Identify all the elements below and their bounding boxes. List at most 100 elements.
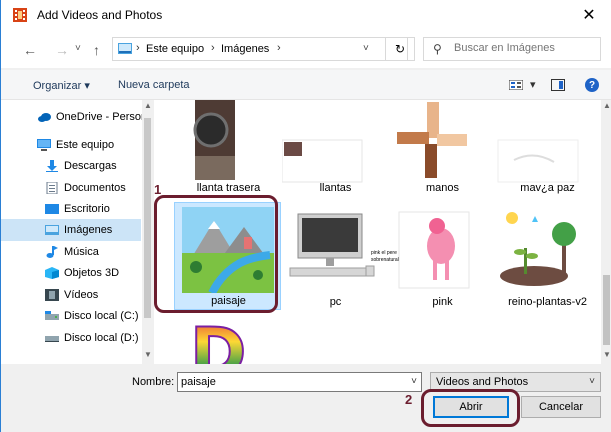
drive-icon bbox=[45, 336, 59, 342]
file-name: pc bbox=[329, 296, 342, 308]
document-icon bbox=[46, 182, 58, 194]
forward-arrow-icon[interactable]: → bbox=[55, 42, 69, 58]
search-input[interactable] bbox=[454, 42, 598, 54]
refresh-icon: ↻ bbox=[394, 42, 406, 56]
address-bar[interactable]: › Este equipo › Imágenes › ˅ bbox=[112, 37, 408, 61]
title-bar: Add Videos and Photos ✕ bbox=[1, 0, 611, 30]
organize-menu[interactable]: Organizar ▾ bbox=[33, 79, 90, 92]
file-name: llantas bbox=[319, 182, 352, 194]
view-dropdown-icon[interactable]: ▾ bbox=[530, 78, 536, 91]
scroll-up-icon[interactable]: ▲ bbox=[144, 101, 152, 110]
sidebar-item-disco-d[interactable]: Disco local (D:) bbox=[1, 327, 141, 349]
change-view-icon[interactable] bbox=[509, 80, 523, 90]
thumbnail-letter: D bbox=[190, 314, 246, 364]
breadcrumb-este-equipo[interactable]: Este equipo bbox=[146, 43, 204, 55]
sidebar-scrollbar[interactable]: ▲ ▼ bbox=[142, 100, 153, 364]
step-marker-2: 2 bbox=[405, 392, 413, 407]
computer-icon bbox=[37, 139, 51, 151]
pictures-icon bbox=[45, 225, 59, 235]
highlight-open-button bbox=[421, 389, 520, 427]
sidebar-item-label: OneDrive - Persor bbox=[56, 111, 145, 123]
breadcrumb-imagenes[interactable]: Imágenes bbox=[221, 43, 269, 55]
sidebar-item-objetos-3d[interactable]: Objetos 3D bbox=[1, 262, 141, 284]
file-name: pink bbox=[432, 296, 453, 308]
scroll-down-icon[interactable]: ▼ bbox=[144, 350, 152, 359]
file-item-llantas[interactable]: llantas bbox=[282, 100, 389, 194]
file-item-mav-paz[interactable]: mav¿a paz bbox=[494, 100, 601, 194]
file-type-value: Videos and Photos bbox=[436, 376, 529, 388]
file-open-dialog: Add Videos and Photos ✕ ← → ˅ ↑ › Este e… bbox=[0, 0, 611, 432]
file-item-llanta-trasera[interactable]: llanta trasera bbox=[175, 100, 282, 194]
thumbnail bbox=[193, 100, 235, 180]
new-folder-button[interactable]: Nueva carpeta bbox=[118, 79, 190, 91]
cloud-icon bbox=[38, 113, 51, 122]
filename-label: Nombre: bbox=[132, 376, 175, 388]
sidebar-item-musica[interactable]: Música bbox=[1, 241, 141, 263]
up-arrow-icon[interactable]: ↑ bbox=[93, 42, 100, 58]
search-box[interactable]: ⚲ bbox=[423, 37, 601, 61]
chevron-down-icon[interactable]: ˅ bbox=[411, 376, 417, 387]
film-icon bbox=[45, 289, 59, 301]
drive-icon bbox=[45, 311, 59, 320]
film-app-icon bbox=[13, 8, 27, 22]
file-name: mav¿a paz bbox=[520, 182, 575, 194]
breadcrumb-separator: › bbox=[277, 42, 281, 54]
refresh-button[interactable]: ↻ bbox=[385, 37, 415, 61]
sidebar-item-label: Documentos bbox=[64, 182, 126, 194]
breadcrumb-separator: › bbox=[211, 42, 215, 54]
help-icon[interactable]: ? bbox=[585, 78, 599, 92]
sidebar-item-onedrive[interactable]: OneDrive - Persor bbox=[1, 106, 145, 128]
highlight-paisaje bbox=[154, 195, 278, 313]
sidebar-item-label: Disco local (C:) bbox=[64, 310, 139, 322]
sidebar-item-este-equipo[interactable]: Este equipo bbox=[1, 134, 141, 156]
pictures-folder-icon bbox=[118, 43, 132, 54]
desktop-icon bbox=[45, 204, 59, 214]
sidebar-item-label: Música bbox=[64, 246, 99, 258]
sidebar-item-label: Este equipo bbox=[56, 139, 115, 151]
thumbnail: D bbox=[189, 314, 247, 364]
file-item-pink[interactable]: pink el pere sobrenatural pink bbox=[371, 204, 496, 310]
scroll-down-icon[interactable]: ▼ bbox=[603, 350, 611, 359]
file-item-letter-d[interactable]: D bbox=[184, 314, 291, 364]
close-icon: ✕ bbox=[582, 7, 596, 24]
preview-pane-icon[interactable] bbox=[551, 79, 565, 91]
sidebar-item-videos[interactable]: Vídeos bbox=[1, 284, 141, 306]
sidebar-item-documentos[interactable]: Documentos bbox=[1, 177, 141, 199]
thumbnail bbox=[394, 100, 469, 180]
file-list-scroll-thumb[interactable] bbox=[603, 275, 610, 345]
filename-input[interactable]: paisaje ˅ bbox=[177, 372, 422, 392]
window-title: Add Videos and Photos bbox=[37, 8, 163, 22]
address-dropdown-icon[interactable]: ˅ bbox=[363, 43, 369, 54]
download-icon bbox=[46, 160, 58, 172]
close-button[interactable]: ✕ bbox=[566, 0, 611, 30]
sidebar-item-imagenes[interactable]: Imágenes bbox=[1, 219, 141, 241]
sidebar-item-disco-c[interactable]: Disco local (C:) bbox=[1, 305, 141, 327]
sidebar-item-escritorio[interactable]: Escritorio bbox=[1, 198, 141, 220]
file-name: manos bbox=[425, 182, 460, 194]
cancel-button[interactable]: Cancelar bbox=[521, 396, 601, 418]
file-item-reino-plantas-v2[interactable]: reino-plantas-v2 bbox=[494, 204, 601, 310]
thumbnail bbox=[497, 139, 579, 183]
scroll-up-icon[interactable]: ▲ bbox=[603, 101, 611, 110]
sidebar-item-label: Escritorio bbox=[64, 203, 110, 215]
thumbnail bbox=[498, 208, 582, 290]
cube-icon bbox=[45, 267, 59, 279]
back-arrow-icon[interactable]: ← bbox=[23, 42, 37, 58]
sidebar-item-label: Disco local (D:) bbox=[64, 332, 139, 344]
sidebar-scroll-thumb[interactable] bbox=[144, 118, 151, 318]
music-icon bbox=[46, 246, 58, 258]
navigation-bar: ← → ˅ ↑ › Este equipo › Imágenes › ˅ ↻ ⚲ bbox=[1, 30, 611, 68]
thumbnail bbox=[282, 139, 363, 183]
navigation-pane: OneDrive - Persor Este equipo Descargas … bbox=[1, 100, 153, 364]
file-item-manos[interactable]: manos bbox=[389, 100, 496, 194]
thumbnail-text: pink el pere sobrenatural bbox=[371, 250, 399, 263]
sidebar-item-label: Vídeos bbox=[64, 289, 99, 301]
chevron-down-icon: ˅ bbox=[589, 376, 595, 387]
search-icon: ⚲ bbox=[433, 42, 442, 56]
sidebar-item-descargas[interactable]: Descargas bbox=[1, 155, 141, 177]
filename-value: paisaje bbox=[181, 376, 216, 388]
breadcrumb-separator: › bbox=[136, 42, 140, 54]
sidebar-item-label: Objetos 3D bbox=[64, 267, 120, 279]
recent-locations-icon[interactable]: ˅ bbox=[75, 43, 81, 54]
file-list-scrollbar[interactable]: ▲ ▼ bbox=[601, 100, 611, 364]
